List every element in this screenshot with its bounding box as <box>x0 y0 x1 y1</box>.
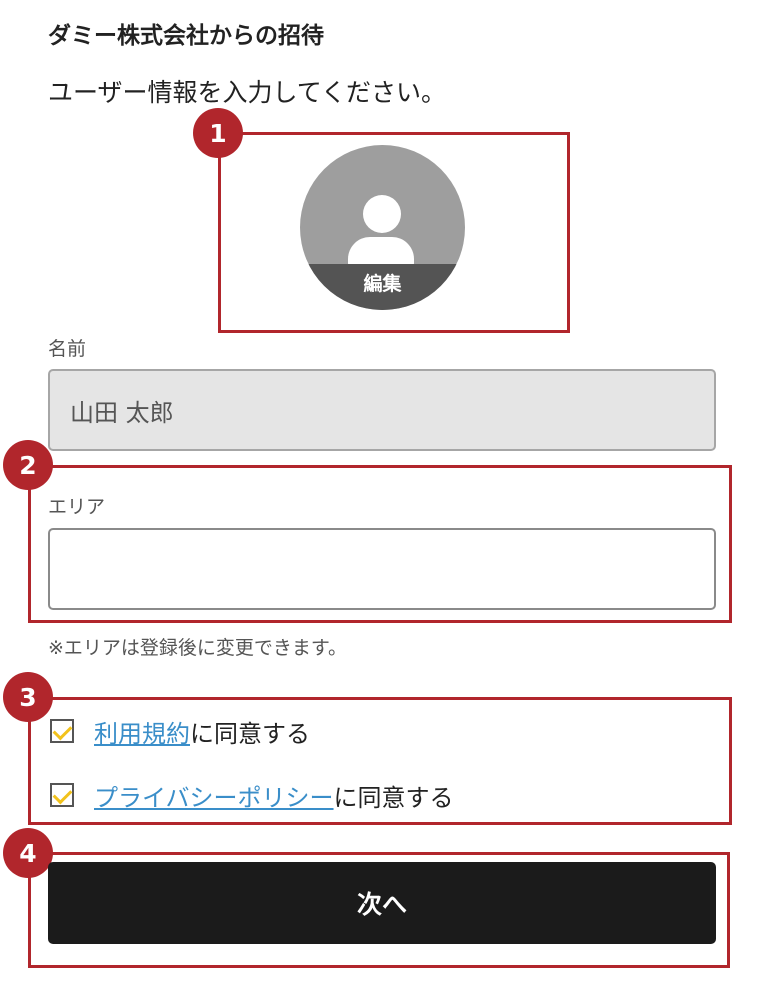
page-subtitle: ユーザー情報を入力してください。 <box>48 78 447 107</box>
terms-checkbox[interactable] <box>50 719 74 743</box>
privacy-checkbox[interactable] <box>50 783 74 807</box>
annotation-marker-2: 2 <box>3 440 53 490</box>
user-silhouette-icon-head <box>363 195 401 233</box>
avatar-editor[interactable]: 編集 <box>300 145 465 310</box>
area-note: ※エリアは登録後に変更できます。 <box>48 637 348 659</box>
area-label: エリア <box>48 496 106 518</box>
page-title: ダミー株式会社からの招待 <box>48 23 324 49</box>
annotation-marker-4: 4 <box>3 828 53 878</box>
avatar-edit-button[interactable]: 編集 <box>300 264 465 310</box>
checkmark-icon <box>52 720 73 741</box>
annotation-marker-3: 3 <box>3 672 53 722</box>
privacy-agree-text: に同意する <box>333 783 454 812</box>
name-field[interactable] <box>48 369 716 451</box>
checkmark-icon <box>52 784 73 805</box>
next-button[interactable]: 次へ <box>48 862 716 944</box>
privacy-agreement-row: プライバシーポリシー に同意する <box>50 778 454 812</box>
name-label: 名前 <box>48 338 87 360</box>
annotation-marker-1: 1 <box>193 108 243 158</box>
area-field[interactable] <box>48 528 716 610</box>
terms-agree-text: に同意する <box>190 719 310 748</box>
terms-link[interactable]: 利用規約 <box>94 714 190 749</box>
privacy-policy-link[interactable]: プライバシーポリシー <box>94 778 334 813</box>
terms-agreement-row: 利用規約 に同意する <box>50 714 310 748</box>
